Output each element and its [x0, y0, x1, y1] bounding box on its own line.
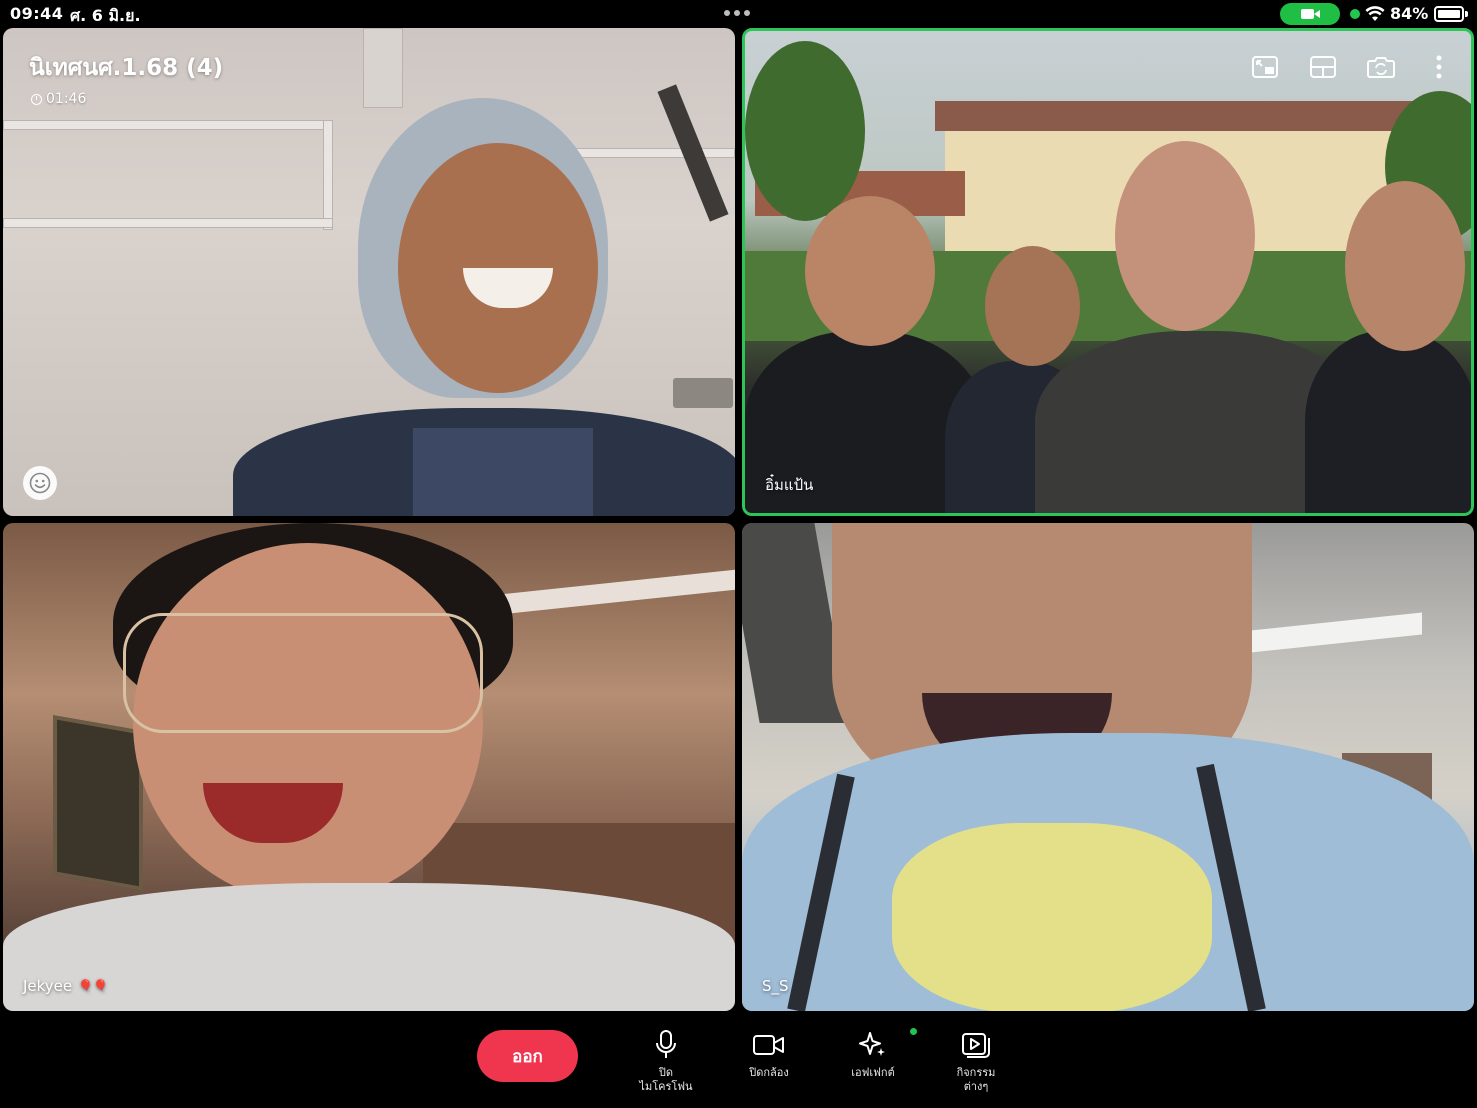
switch-camera-icon[interactable] — [1367, 53, 1395, 81]
mute-microphone-label: ปิด ไมโครโฟน — [639, 1066, 693, 1093]
status-bar: 09:44 ศ. 6 มิ.ย. 84% — [0, 0, 1477, 28]
status-date: ศ. 6 มิ.ย. — [70, 6, 141, 25]
call-timer: 01:46 — [31, 91, 86, 107]
camera-in-use-icon — [1280, 3, 1340, 25]
participant-name: S_S — [762, 977, 789, 995]
picture-in-picture-icon[interactable] — [1251, 53, 1279, 81]
balloon-emoji: 🎈🎈 — [78, 979, 109, 993]
activities-label: กิจกรรม ต่างๆ — [956, 1066, 996, 1093]
video-tile-host[interactable]: นิเทศนศ.1.68 (4) 01:46 — [3, 28, 735, 516]
reaction-button[interactable] — [23, 466, 57, 500]
effects-active-dot — [910, 1028, 917, 1035]
more-icon[interactable] — [1425, 53, 1453, 81]
call-title: นิเทศนศ.1.68 (4) — [29, 55, 224, 81]
sparkle-icon — [856, 1028, 917, 1062]
status-time: 09:44 — [10, 4, 64, 23]
turn-off-camera-label: ปิดกล้อง — [749, 1066, 789, 1079]
mute-microphone-button[interactable]: ปิด ไมโครโฟน — [621, 1028, 711, 1094]
effects-label: เอฟเฟกต์ — [851, 1066, 895, 1079]
participant-name: Jekyee 🎈🎈 — [23, 977, 109, 995]
call-controls-bar: ออก ปิด ไมโครโฟน ปิดกล้อง เอฟเฟกต์ กิจกร… — [0, 1012, 1477, 1108]
tile-toolbar — [1251, 53, 1453, 81]
activities-button[interactable]: กิจกรรม ต่างๆ — [931, 1028, 1021, 1094]
smiley-icon — [29, 472, 51, 494]
participant-name: อิ๋มแป้น — [765, 476, 814, 494]
battery-icon — [1434, 6, 1468, 22]
video-tile-participant[interactable]: S_S — [742, 523, 1474, 1011]
video-tile-active-speaker[interactable]: อิ๋มแป้น — [742, 28, 1474, 516]
video-tile-participant[interactable]: Jekyee 🎈🎈 — [3, 523, 735, 1011]
clock-icon — [31, 93, 42, 105]
turn-off-camera-button[interactable]: ปิดกล้อง — [724, 1028, 814, 1080]
microphone-icon — [649, 1028, 683, 1062]
video-camera-icon — [752, 1028, 786, 1062]
activities-play-icon — [959, 1028, 993, 1062]
effects-button[interactable]: เอฟเฟกต์ — [828, 1028, 918, 1080]
privacy-indicator-icon — [1350, 9, 1360, 19]
leave-call-button[interactable]: ออก — [477, 1030, 578, 1082]
multitasking-dots-icon[interactable] — [724, 10, 750, 16]
layout-icon[interactable] — [1309, 53, 1337, 81]
wifi-icon — [1365, 6, 1385, 21]
battery-percent: 84% — [1390, 4, 1429, 23]
call-duration: 01:46 — [46, 91, 87, 107]
